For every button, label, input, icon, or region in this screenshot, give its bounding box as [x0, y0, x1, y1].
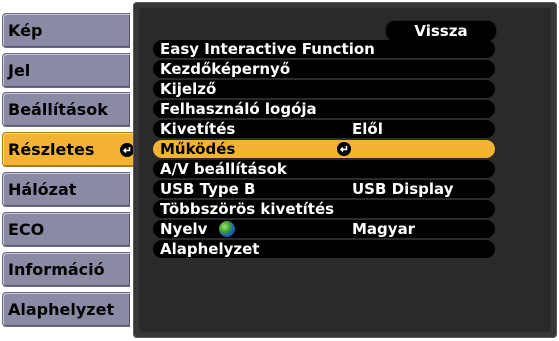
sidebar-item-label: Beállítások: [8, 100, 108, 119]
menu-row-label: Többszörös kivetítés: [160, 200, 335, 218]
menu-row-easy-interactive-function[interactable]: Easy Interactive Function: [153, 40, 495, 58]
menu-row-label: Működés: [160, 140, 236, 158]
menu-row-usb-type-b[interactable]: USB Type B USB Display: [153, 180, 495, 198]
menu-row-value: Elől: [352, 120, 383, 138]
menu-row-alaphelyzet[interactable]: Alaphelyzet: [153, 240, 495, 258]
menu-row-tobbszoros-kivetites[interactable]: Többszörös kivetítés: [153, 200, 495, 218]
menu-row-value: Magyar: [352, 220, 416, 238]
menu-row-nyelv[interactable]: Nyelv Magyar: [153, 220, 495, 238]
globe-icon: [219, 221, 235, 237]
menu-row-label: Alaphelyzet: [160, 240, 260, 258]
sidebar-item-informacio[interactable]: Információ: [2, 252, 130, 287]
menu-row-label: Nyelv: [160, 220, 208, 238]
sidebar-item-eco[interactable]: ECO: [2, 212, 130, 247]
sidebar-item-kep[interactable]: Kép: [2, 13, 130, 48]
sidebar-item-alaphelyzet[interactable]: Alaphelyzet: [2, 292, 130, 327]
sidebar-item-jel[interactable]: Jel: [2, 53, 130, 88]
menu-row-label: USB Type B: [160, 180, 256, 198]
sidebar-item-label: Információ: [8, 260, 105, 279]
menu-row-label: A/V beállítások: [160, 160, 287, 178]
enter-icon: [337, 142, 351, 156]
back-button[interactable]: Vissza: [385, 20, 497, 42]
menu-row-label: Easy Interactive Function: [160, 40, 375, 58]
menu-row-kezdokepernyo[interactable]: Kezdőképernyő: [153, 60, 495, 78]
sidebar-item-label: Részletes: [8, 140, 95, 159]
sidebar-item-label: Alaphelyzet: [8, 300, 115, 319]
menu-row-label: Felhasználó logója: [160, 100, 317, 118]
menu-row-kivetites[interactable]: Kivetítés Elől: [153, 120, 495, 138]
sidebar-item-label: Kép: [8, 21, 43, 40]
sidebar-item-label: Jel: [8, 61, 31, 80]
menu-row-value: USB Display: [352, 180, 454, 198]
settings-panel: Vissza Easy Interactive Function Kezdőké…: [133, 2, 557, 338]
sidebar-item-reszletes[interactable]: Részletes: [2, 132, 142, 167]
sidebar: Kép Jel Beállítások Részletes Hálózat EC…: [0, 0, 142, 341]
sidebar-item-label: ECO: [8, 220, 45, 239]
enter-icon: [120, 143, 134, 157]
menu-row-av-beallitasok[interactable]: A/V beállítások: [153, 160, 495, 178]
menu-row-kijelzo[interactable]: Kijelző: [153, 80, 495, 98]
menu-row-label: Kivetítés: [160, 120, 236, 138]
menu-row-label: Kezdőképernyő: [160, 60, 291, 78]
sidebar-item-label: Hálózat: [8, 180, 77, 199]
menu-row-label: Kijelző: [160, 80, 217, 98]
menu-row-mukodes[interactable]: Működés: [153, 140, 495, 158]
sidebar-item-beallitasok[interactable]: Beállítások: [2, 92, 130, 127]
sidebar-item-halozat[interactable]: Hálózat: [2, 172, 130, 207]
menu-row-felhasznalo-logoja[interactable]: Felhasználó logója: [153, 100, 495, 118]
